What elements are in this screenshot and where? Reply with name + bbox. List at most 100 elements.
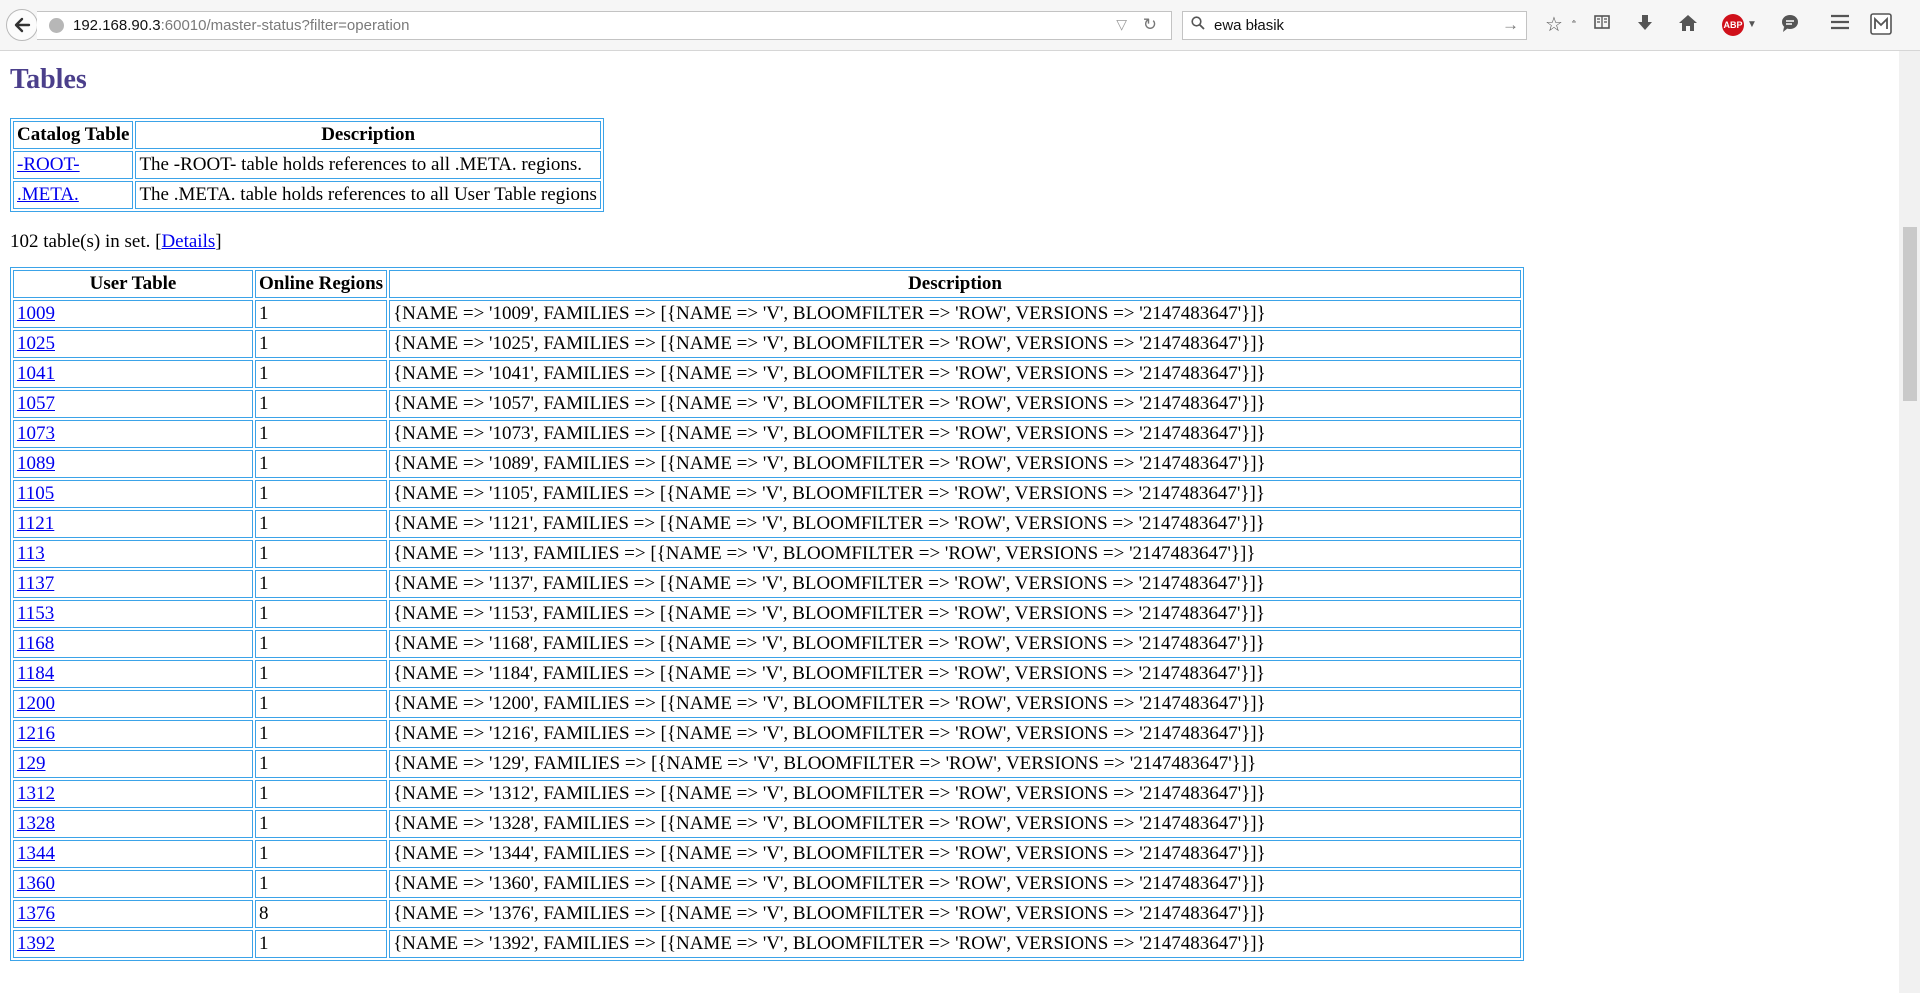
user-table-link[interactable]: 129 bbox=[17, 753, 46, 774]
user-table-link[interactable]: 1121 bbox=[17, 513, 54, 534]
user-table-header-row: User Table Online Regions Description bbox=[13, 270, 1521, 298]
table-row: 1184 1 {NAME => '1184', FAMILIES => [{NAME… bbox=[13, 660, 1521, 688]
bookmarks-menu-icon[interactable]: ꜙ bbox=[1567, 13, 1581, 37]
table-row: 1073 1 {NAME => '1073', FAMILIES => [{NAME… bbox=[13, 420, 1521, 448]
online-regions-cell: 1 bbox=[255, 720, 388, 748]
online-regions-cell: 1 bbox=[255, 510, 388, 538]
table-name-cell: 1184 bbox=[13, 660, 253, 688]
user-table-link[interactable]: 1184 bbox=[17, 663, 54, 684]
user-table-link[interactable]: 1344 bbox=[17, 843, 55, 864]
user-table-link[interactable]: 1025 bbox=[17, 333, 55, 354]
user-table-link[interactable]: 1073 bbox=[17, 423, 55, 444]
adblock-plus-icon[interactable]: ABP bbox=[1722, 14, 1744, 36]
menu-icon[interactable] bbox=[1828, 13, 1852, 37]
back-button[interactable] bbox=[6, 9, 38, 41]
table-row: 1121 1 {NAME => '1121', FAMILIES => [{NAME… bbox=[13, 510, 1521, 538]
user-table-link[interactable]: 113 bbox=[17, 543, 45, 564]
reload-icon[interactable]: ↻ bbox=[1143, 15, 1157, 35]
back-arrow-icon bbox=[14, 17, 31, 33]
table-description-cell: {NAME => '1392', FAMILIES => [{NAME => '… bbox=[389, 930, 1521, 958]
search-bar[interactable]: ewa błasik → bbox=[1182, 11, 1527, 40]
user-table-link[interactable]: 1105 bbox=[17, 483, 54, 504]
reading-list-icon[interactable] bbox=[1590, 13, 1614, 37]
table-row: 1376 8 {NAME => '1376', FAMILIES => [{NAME… bbox=[13, 900, 1521, 928]
online-regions-cell: 1 bbox=[255, 780, 388, 808]
online-regions-cell: 1 bbox=[255, 480, 388, 508]
table-name-cell: 129 bbox=[13, 750, 253, 778]
user-table-link[interactable]: 1009 bbox=[17, 303, 55, 324]
table-row: 1392 1 {NAME => '1392', FAMILIES => [{NAME… bbox=[13, 930, 1521, 958]
url-host: 192.168.90.3 bbox=[73, 17, 161, 34]
table-description-cell: {NAME => '1137', FAMILIES => [{NAME => '… bbox=[389, 570, 1521, 598]
online-regions-cell: 1 bbox=[255, 870, 388, 898]
extension-icon[interactable] bbox=[1868, 13, 1894, 37]
table-name-cell: 1137 bbox=[13, 570, 253, 598]
table-row: 1328 1 {NAME => '1328', FAMILIES => [{NAME… bbox=[13, 810, 1521, 838]
online-regions-cell: 1 bbox=[255, 630, 388, 658]
downloads-icon[interactable] bbox=[1633, 13, 1657, 37]
url-bar[interactable]: 192.168.90.3:60010/master-status?filter=… bbox=[37, 11, 1172, 40]
search-icon bbox=[1191, 16, 1205, 34]
user-table-link[interactable]: 1137 bbox=[17, 573, 54, 594]
page-title: Tables bbox=[10, 64, 87, 95]
user-table-link[interactable]: 1200 bbox=[17, 693, 55, 714]
user-table-link[interactable]: 1041 bbox=[17, 363, 55, 384]
user-tables-table: User Table Online Regions Description 10… bbox=[10, 267, 1524, 961]
chat-icon[interactable] bbox=[1778, 13, 1802, 37]
user-table-link[interactable]: 1153 bbox=[17, 603, 54, 624]
user-table-link[interactable]: 1168 bbox=[17, 633, 54, 654]
bookmark-star-icon[interactable]: ☆ bbox=[1542, 13, 1566, 37]
table-description-cell: {NAME => '1009', FAMILIES => [{NAME => '… bbox=[389, 300, 1521, 328]
online-regions-header: Online Regions bbox=[255, 270, 388, 298]
online-regions-cell: 1 bbox=[255, 750, 388, 778]
online-regions-cell: 1 bbox=[255, 810, 388, 838]
user-table-link[interactable]: 1328 bbox=[17, 813, 55, 834]
online-regions-cell: 1 bbox=[255, 330, 388, 358]
catalog-row: .META. The .META. table holds references… bbox=[13, 181, 601, 209]
table-description-cell: {NAME => '1168', FAMILIES => [{NAME => '… bbox=[389, 630, 1521, 658]
url-text[interactable]: 192.168.90.3:60010/master-status?filter=… bbox=[73, 17, 410, 34]
site-identity-icon[interactable] bbox=[49, 18, 64, 33]
user-table-link[interactable]: 1360 bbox=[17, 873, 55, 894]
table-description-cell: {NAME => '1025', FAMILIES => [{NAME => '… bbox=[389, 330, 1521, 358]
catalog-description-cell: The -ROOT- table holds references to all… bbox=[135, 151, 601, 179]
online-regions-cell: 1 bbox=[255, 570, 388, 598]
table-row: 1200 1 {NAME => '1200', FAMILIES => [{NAME… bbox=[13, 690, 1521, 718]
user-table-link[interactable]: 1216 bbox=[17, 723, 55, 744]
table-description-cell: {NAME => '1153', FAMILIES => [{NAME => '… bbox=[389, 600, 1521, 628]
online-regions-cell: 1 bbox=[255, 600, 388, 628]
catalog-table: Catalog Table Description -ROOT- The -RO… bbox=[10, 118, 604, 212]
online-regions-cell: 1 bbox=[255, 450, 388, 478]
home-icon[interactable] bbox=[1676, 13, 1700, 37]
user-table-link[interactable]: 1376 bbox=[17, 903, 55, 924]
table-row: 1168 1 {NAME => '1168', FAMILIES => [{NAME… bbox=[13, 630, 1521, 658]
search-input[interactable]: ewa błasik bbox=[1214, 17, 1284, 34]
online-regions-cell: 1 bbox=[255, 360, 388, 388]
table-description-cell: {NAME => '1360', FAMILIES => [{NAME => '… bbox=[389, 870, 1521, 898]
user-table-link[interactable]: 1089 bbox=[17, 453, 55, 474]
scrollbar-thumb[interactable] bbox=[1903, 227, 1917, 401]
page-content: Tables Catalog Table Description -ROOT- … bbox=[10, 51, 1890, 993]
adblock-dropdown-icon[interactable]: ▼ bbox=[1746, 13, 1758, 37]
browser-toolbar: 192.168.90.3:60010/master-status?filter=… bbox=[0, 0, 1920, 51]
table-name-cell: 1153 bbox=[13, 600, 253, 628]
url-path: :60010/master-status?filter=operation bbox=[160, 17, 410, 34]
user-table-link[interactable]: 1312 bbox=[17, 783, 55, 804]
description-header: Description bbox=[135, 121, 601, 149]
online-regions-cell: 1 bbox=[255, 660, 388, 688]
url-history-dropdown-icon[interactable]: ▽ bbox=[1116, 16, 1127, 33]
search-go-icon[interactable]: → bbox=[1502, 15, 1519, 35]
table-name-cell: 1216 bbox=[13, 720, 253, 748]
catalog-table-link[interactable]: -ROOT- bbox=[17, 154, 80, 175]
user-table-link[interactable]: 1057 bbox=[17, 393, 55, 414]
table-name-cell: 1089 bbox=[13, 450, 253, 478]
catalog-table-link[interactable]: .META. bbox=[17, 184, 79, 205]
table-row: 1105 1 {NAME => '1105', FAMILIES => [{NAME… bbox=[13, 480, 1521, 508]
table-name-cell: 1009 bbox=[13, 300, 253, 328]
user-table-link[interactable]: 1392 bbox=[17, 933, 55, 954]
table-row: 1216 1 {NAME => '1216', FAMILIES => [{NAME… bbox=[13, 720, 1521, 748]
table-description-cell: {NAME => '129', FAMILIES => [{NAME => 'V… bbox=[389, 750, 1521, 778]
details-link[interactable]: Details bbox=[161, 231, 215, 252]
user-table-header: User Table bbox=[13, 270, 253, 298]
vertical-scrollbar[interactable] bbox=[1899, 51, 1920, 993]
